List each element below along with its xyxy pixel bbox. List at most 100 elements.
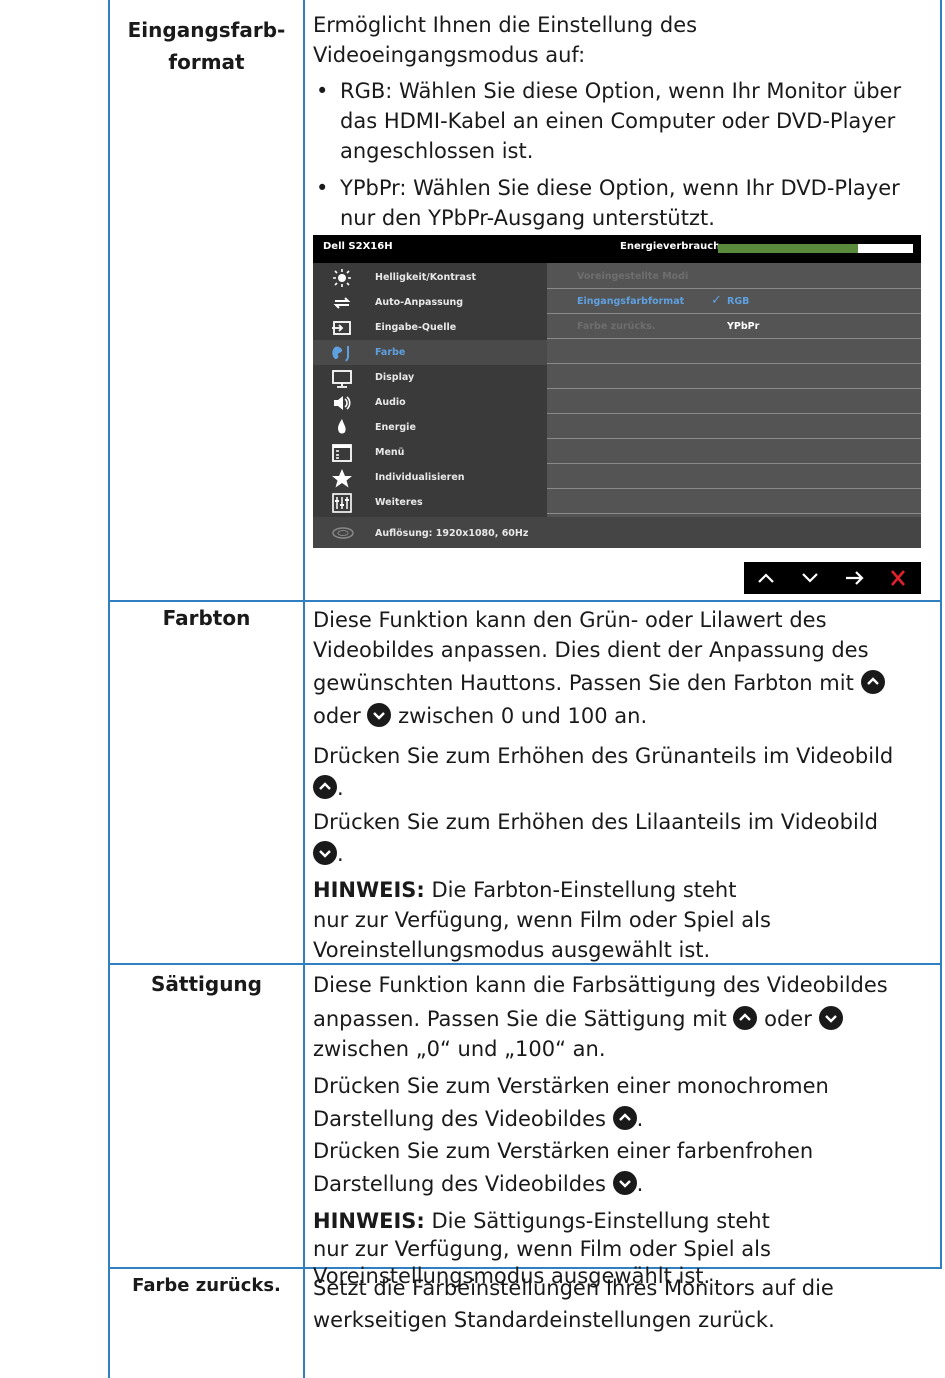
star-icon (332, 469, 352, 488)
desc-line: anpassen. Passen Sie die Sättigung mit o… (313, 1004, 843, 1034)
note-label: HINWEIS: (313, 1209, 425, 1233)
osd-menu-label: Weiteres (375, 497, 423, 508)
osd-menu-item[interactable]: Menü (313, 440, 547, 465)
up-circle-icon (860, 670, 885, 694)
osd-submenu-label: Eingangsfarbformat (577, 296, 685, 307)
desc-text: . (636, 1172, 644, 1196)
down-circle-icon (367, 703, 392, 727)
row-desc-farbe-zuruecks: Setzt die Farbeinstellungen Ihres Monito… (313, 1273, 931, 1343)
desc-line: nur zur Verfügung, wenn Film oder Spiel … (313, 908, 771, 932)
osd-submenu-row[interactable] (547, 463, 921, 489)
desc-line: RGB: Wählen Sie diese Option, wenn Ihr M… (340, 79, 902, 103)
row-desc-farbton: Diese Funktion kann den Grün- oder Lilaw… (313, 605, 931, 962)
desc-text: Darstellung des Videobildes (313, 1107, 606, 1131)
desc-text: . (337, 776, 344, 800)
osd-nav-buttons (744, 562, 921, 594)
desc-line: Videoeingangsmodus auf: (313, 43, 586, 67)
osd-menu-label: Helligkeit/Kontrast (375, 272, 477, 283)
desc-line: Ermöglicht Ihnen die Einstellung des (313, 13, 698, 37)
color-icon (332, 346, 349, 362)
desc-line: zwischen „0“ und „100“ an. (313, 1037, 606, 1061)
desc-text: oder (313, 704, 361, 728)
osd-menu-item[interactable]: Audio (313, 390, 547, 415)
osd-header: Dell S2X16H Energieverbrauch (313, 235, 921, 263)
row-label-eingangsfarbformat: Eingangsfarb- format (110, 14, 303, 78)
close-icon[interactable] (876, 562, 920, 594)
desc-line: gewünschten Hauttons. Passen Sie den Far… (313, 668, 885, 698)
right-arrow-icon[interactable] (832, 562, 876, 594)
table-left-rule (108, 0, 110, 1378)
up-circle-icon (313, 775, 337, 799)
down-icon[interactable] (788, 562, 832, 594)
osd-menu-label: Individualisieren (375, 472, 465, 483)
table-divider-rule (303, 0, 305, 1378)
osd-submenu-row[interactable] (547, 338, 921, 364)
bullet-dot: • (316, 79, 329, 103)
osd-menu-item[interactable]: Display (313, 365, 547, 390)
up-icon[interactable] (744, 562, 788, 594)
desc-line: Darstellung des Videobildes . (313, 1104, 643, 1134)
auto-adjust-icon (333, 297, 351, 309)
osd-submenu-row[interactable]: Eingangsfarbformat ✓ RGB (547, 288, 921, 314)
osd-menu-label: Eingabe-Quelle (375, 322, 457, 333)
up-circle-icon (733, 1006, 758, 1030)
energy-meter-fill (718, 244, 859, 253)
desc-text: Die Farbton-Einstellung steht (424, 878, 737, 902)
row-label-farbton: Farbton (162, 606, 251, 630)
desc-line: Drücken Sie zum Erhöhen des Grünanteils … (313, 744, 894, 768)
osd-submenu-row[interactable] (547, 363, 921, 389)
desc-text: . (636, 1107, 644, 1131)
energy-icon (338, 419, 346, 434)
osd-submenu-row[interactable]: Farbe zurücks. YPbPr (547, 313, 921, 339)
osd-menu-item[interactable]: Farbe (313, 340, 547, 365)
osd-main-menu: Helligkeit/Kontrast Auto-Anpassung Eingabe… (313, 263, 547, 517)
up-circle-icon (612, 1106, 637, 1130)
osd-menu-item[interactable]: Energie (313, 415, 547, 440)
check-icon: ✓ (711, 293, 722, 308)
down-circle-icon (313, 841, 337, 865)
osd-menu-label: Display (375, 372, 415, 383)
row-label-farbe-zuruecks: Farbe zurücks. (132, 1275, 281, 1296)
osd-menu-label: Menü (375, 447, 405, 458)
osd-submenu-label: Farbe zurücks. (577, 321, 656, 332)
down-circle-icon (612, 1171, 637, 1195)
osd-energy-label: Energieverbrauch (620, 241, 721, 252)
audio-icon (334, 396, 351, 410)
osd-submenu-row[interactable] (547, 438, 921, 464)
row-label-saettigung: Sättigung (151, 972, 262, 996)
osd-submenu-row[interactable] (547, 488, 921, 514)
input-source-icon (332, 321, 351, 335)
desc-text: anpassen. Passen Sie die Sättigung mit (313, 1007, 727, 1031)
osd-submenu-row[interactable] (547, 388, 921, 414)
osd-submenu-row[interactable] (547, 413, 921, 439)
display-icon (332, 370, 352, 388)
desc-line: angeschlossen ist. (340, 139, 534, 163)
row-desc-eingangsfarbformat: Ermöglicht Ihnen die Einstellung des Vid… (313, 10, 931, 230)
osd-footer: Auflösung: 1920x1080, 60Hz (313, 517, 921, 548)
desc-line: Drücken Sie zum Erhöhen des Lilaanteils … (313, 810, 878, 834)
desc-line: werkseitigen Standardeinstellungen zurüc… (313, 1308, 775, 1332)
resolution-icon (332, 527, 354, 539)
osd-menu-item[interactable]: Individualisieren (313, 465, 547, 490)
desc-text: Darstellung des Videobildes (313, 1172, 606, 1196)
desc-line: Voreinstellungsmodus ausgewählt ist. (313, 938, 711, 962)
osd-menu-item[interactable]: Eingabe-Quelle (313, 315, 547, 340)
desc-text: . (337, 842, 344, 866)
osd-menu-item[interactable]: Auto-Anpassung (313, 290, 547, 315)
osd-submenu-value: YPbPr (727, 321, 760, 332)
osd-submenu-row[interactable]: Voreingestellte Modi (547, 263, 921, 289)
osd-menu-label: Farbe (375, 347, 406, 358)
osd-menu-label: Auto-Anpassung (375, 297, 464, 308)
desc-line: . (313, 773, 344, 803)
desc-line: oder zwischen 0 und 100 an. (313, 701, 647, 731)
label-line: Eingangsfarb- (127, 18, 286, 42)
osd-menu-item[interactable]: Weiteres (313, 490, 547, 515)
energy-meter (718, 244, 913, 253)
desc-text: oder (764, 1007, 812, 1031)
osd-menu-label: Audio (375, 397, 406, 408)
note-label: HINWEIS: (313, 878, 425, 902)
desc-line: Diese Funktion kann die Farbsättigung de… (313, 973, 888, 997)
osd-menu-item[interactable]: Helligkeit/Kontrast (313, 265, 547, 290)
desc-line: Diese Funktion kann den Grün- oder Lilaw… (313, 608, 827, 632)
osd-menu-screenshot: Dell S2X16H Energieverbrauch Helligkeit/… (313, 235, 921, 548)
